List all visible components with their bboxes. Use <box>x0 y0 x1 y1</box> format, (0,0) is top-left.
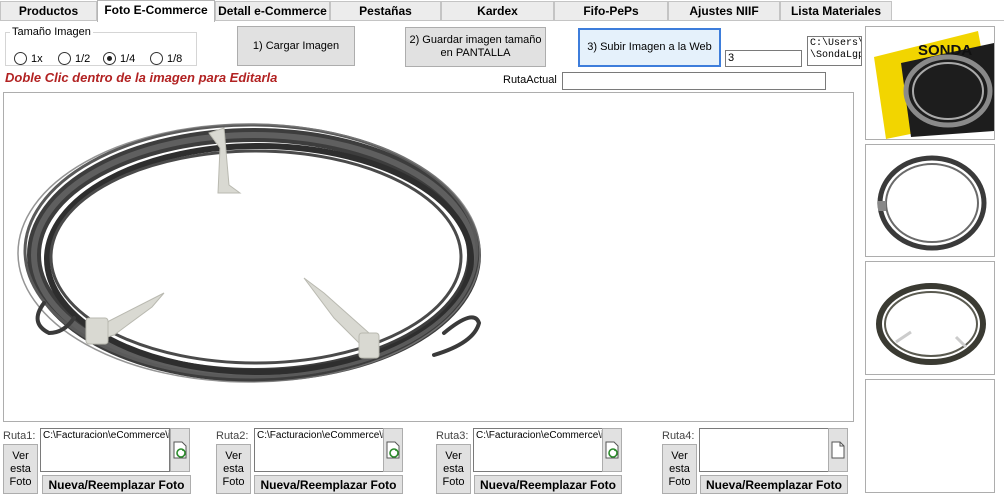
radio-circle[interactable] <box>14 52 27 65</box>
size-radio-half[interactable]: 1/2 <box>58 52 90 65</box>
file-icon <box>831 441 845 459</box>
image-size-group: Tamaño Imagen 1x 1/2 1/4 1/8 <box>5 26 197 66</box>
ruta1-path-field[interactable]: C:\Facturacion\eCommerce\imagenes\2301_1… <box>40 428 170 472</box>
tab-lista-materiales[interactable]: Lista Materiales <box>780 1 892 20</box>
ruta3-replace-photo-button[interactable]: Nueva/Reemplazar Foto <box>474 475 622 494</box>
ruta1-pick-file-button[interactable] <box>170 428 190 472</box>
ruta4-replace-photo-button[interactable]: Nueva/Reemplazar Foto <box>700 475 848 494</box>
file-refresh-icon <box>173 441 187 459</box>
thumbnail-2[interactable] <box>865 144 995 257</box>
tab-productos[interactable]: Productos <box>0 1 97 20</box>
ruta4-pick-file-button[interactable] <box>828 428 848 472</box>
ruta-actual-input[interactable] <box>562 72 826 90</box>
tab-foto-ecommerce[interactable]: Foto E-Commerce <box>97 0 215 22</box>
ruta-actual-label: RutaActual <box>503 74 557 86</box>
ruta3-label: Ruta3: <box>436 430 469 442</box>
radio-circle[interactable] <box>58 52 71 65</box>
thumbnail-1[interactable]: SONDA <box>865 26 995 140</box>
file-refresh-icon <box>386 441 400 459</box>
size-radio-1x[interactable]: 1x <box>14 52 43 65</box>
ruta1-view-photo-button[interactable]: Ver esta Foto <box>3 444 38 494</box>
ruta2-label: Ruta2: <box>216 430 249 442</box>
ruta1-replace-photo-button[interactable]: Nueva/Reemplazar Foto <box>42 475 191 494</box>
thumbnail-3[interactable] <box>865 261 995 375</box>
ruta4-path-field[interactable] <box>699 428 829 472</box>
edit-hint: Doble Clic dentro de la imagen para Edit… <box>5 70 278 85</box>
radio-circle[interactable] <box>150 52 163 65</box>
save-screen-image-button[interactable]: 2) Guardar imagen tamaño en PANTALLA <box>405 27 546 67</box>
ruta4-label: Ruta4: <box>662 430 695 442</box>
ruta3-path-field[interactable]: C:\Facturacion\eCommerce\imagenes\2301_3… <box>473 428 603 472</box>
radio-circle-selected[interactable] <box>103 52 116 65</box>
thumbnail-3-image <box>876 283 986 365</box>
upload-count-input[interactable]: 3 <box>725 50 802 67</box>
tab-ajustes-niif[interactable]: Ajustes NIIF <box>668 1 780 20</box>
thumbnail-4-empty[interactable] <box>865 379 995 493</box>
ruta3-pick-file-button[interactable] <box>602 428 622 472</box>
tab-strip: Productos Foto E-Commerce Detall e-Comme… <box>0 0 1004 22</box>
image-size-legend: Tamaño Imagen <box>12 26 91 38</box>
ruta3-view-photo-button[interactable]: Ver esta Foto <box>436 444 471 494</box>
ruta2-view-photo-button[interactable]: Ver esta Foto <box>216 444 251 494</box>
size-radio-quarter[interactable]: 1/4 <box>103 52 135 65</box>
tab-fifo-peps[interactable]: Fifo-PePs <box>554 1 668 20</box>
thumbnail-1-image: SONDA <box>874 31 994 139</box>
ruta2-pick-file-button[interactable] <box>383 428 403 472</box>
upload-image-button[interactable]: 3) Subir Imagen a la Web <box>578 28 721 67</box>
file-refresh-icon <box>605 441 619 459</box>
thumbnail-2-image <box>877 155 987 251</box>
ruta1-label: Ruta1: <box>3 430 36 442</box>
ruta4-view-photo-button[interactable]: Ver esta Foto <box>662 444 697 494</box>
size-radio-eighth[interactable]: 1/8 <box>150 52 182 65</box>
main-image-canvas[interactable] <box>3 92 854 422</box>
wire-coil-image <box>17 123 482 383</box>
tab-kardex[interactable]: Kardex <box>441 1 554 20</box>
tab-pestanas[interactable]: Pestañas <box>330 1 441 20</box>
tab-detall-ecommerce[interactable]: Detall e-Commerce <box>215 1 330 20</box>
path-preview-field[interactable]: C:\Users\Us \SondaLgpA <box>807 36 862 66</box>
load-image-button[interactable]: 1) Cargar Imagen <box>237 26 355 66</box>
ruta2-replace-photo-button[interactable]: Nueva/Reemplazar Foto <box>254 475 403 494</box>
ruta2-path-field[interactable]: C:\Facturacion\eCommerce\imagenes\2301_2… <box>254 428 384 472</box>
